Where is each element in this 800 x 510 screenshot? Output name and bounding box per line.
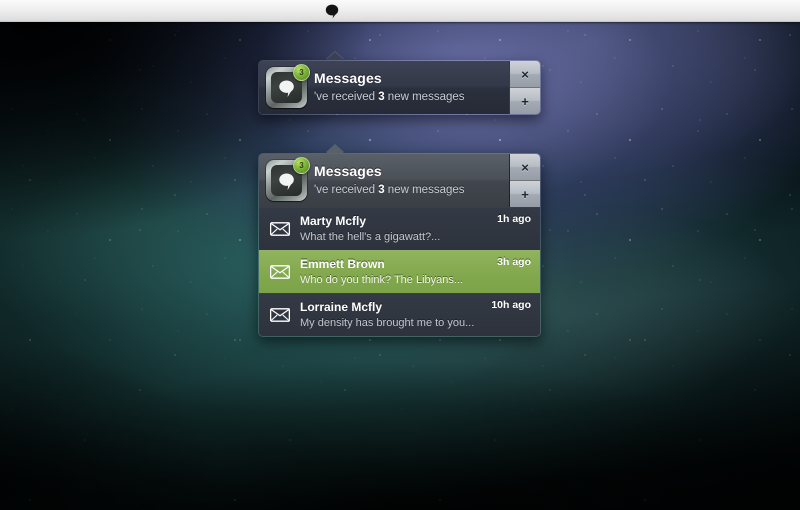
expand-button[interactable]: + bbox=[510, 181, 540, 207]
notification-title: Messages bbox=[314, 163, 465, 180]
speech-bubble-icon[interactable] bbox=[324, 3, 341, 19]
message-sender: Marty Mcfly bbox=[300, 214, 489, 229]
message-texts: Lorraine McflyMy density has brought me … bbox=[300, 300, 483, 330]
close-button[interactable]: × bbox=[510, 61, 540, 88]
notification-title: Messages bbox=[314, 70, 465, 87]
message-sender: Emmett Brown bbox=[300, 257, 489, 272]
message-row[interactable]: Lorraine McflyMy density has brought me … bbox=[259, 293, 540, 336]
unread-badge: 3 bbox=[293, 64, 310, 81]
unread-badge: 3 bbox=[293, 157, 310, 174]
subtitle-suffix: new messages bbox=[385, 184, 465, 196]
message-timestamp: 10h ago bbox=[491, 299, 531, 311]
message-row[interactable]: Emmett BrownWho do you think? The Libyan… bbox=[259, 250, 540, 293]
menu-bar bbox=[0, 0, 800, 22]
subtitle-prefix: 've received bbox=[314, 91, 378, 103]
notification-panel-summary[interactable]: 3 Messages 've received 3 new messages ×… bbox=[258, 60, 541, 115]
subtitle-prefix: 've received bbox=[314, 184, 378, 196]
panel-pointer-arrow bbox=[326, 52, 344, 60]
message-texts: Marty McflyWhat the hell's a gigawatt?..… bbox=[300, 214, 489, 244]
message-texts: Emmett BrownWho do you think? The Libyan… bbox=[300, 257, 489, 287]
notification-buttons: × + bbox=[509, 154, 540, 207]
message-timestamp: 1h ago bbox=[497, 213, 531, 225]
notification-panel-expanded[interactable]: 3 Messages 've received 3 new messages ×… bbox=[258, 153, 541, 337]
panel-pointer-arrow bbox=[326, 145, 344, 153]
notification-subtitle: 've received 3 new messages bbox=[314, 89, 465, 105]
notification-header: 3 Messages 've received 3 new messages ×… bbox=[259, 154, 540, 207]
subtitle-suffix: new messages bbox=[385, 91, 465, 103]
message-preview: My density has brought me to you... bbox=[300, 316, 483, 330]
message-preview: What the hell's a gigawatt?... bbox=[300, 230, 489, 244]
message-timestamp: 3h ago bbox=[497, 256, 531, 268]
notification-header: 3 Messages 've received 3 new messages ×… bbox=[259, 61, 540, 114]
close-button[interactable]: × bbox=[510, 154, 540, 181]
notification-subtitle: 've received 3 new messages bbox=[314, 182, 465, 198]
envelope-icon bbox=[269, 264, 291, 280]
expand-button[interactable]: + bbox=[510, 88, 540, 114]
envelope-icon bbox=[269, 221, 291, 237]
message-preview: Who do you think? The Libyans... bbox=[300, 273, 489, 287]
speech-bubble-app-icon: 3 bbox=[266, 160, 307, 201]
desktop: 3 Messages 've received 3 new messages ×… bbox=[0, 0, 800, 510]
speech-bubble-app-icon: 3 bbox=[266, 67, 307, 108]
notification-buttons: × + bbox=[509, 61, 540, 114]
envelope-icon bbox=[269, 307, 291, 323]
message-list: Marty McflyWhat the hell's a gigawatt?..… bbox=[259, 207, 540, 336]
message-row[interactable]: Marty McflyWhat the hell's a gigawatt?..… bbox=[259, 207, 540, 250]
message-sender: Lorraine Mcfly bbox=[300, 300, 483, 315]
